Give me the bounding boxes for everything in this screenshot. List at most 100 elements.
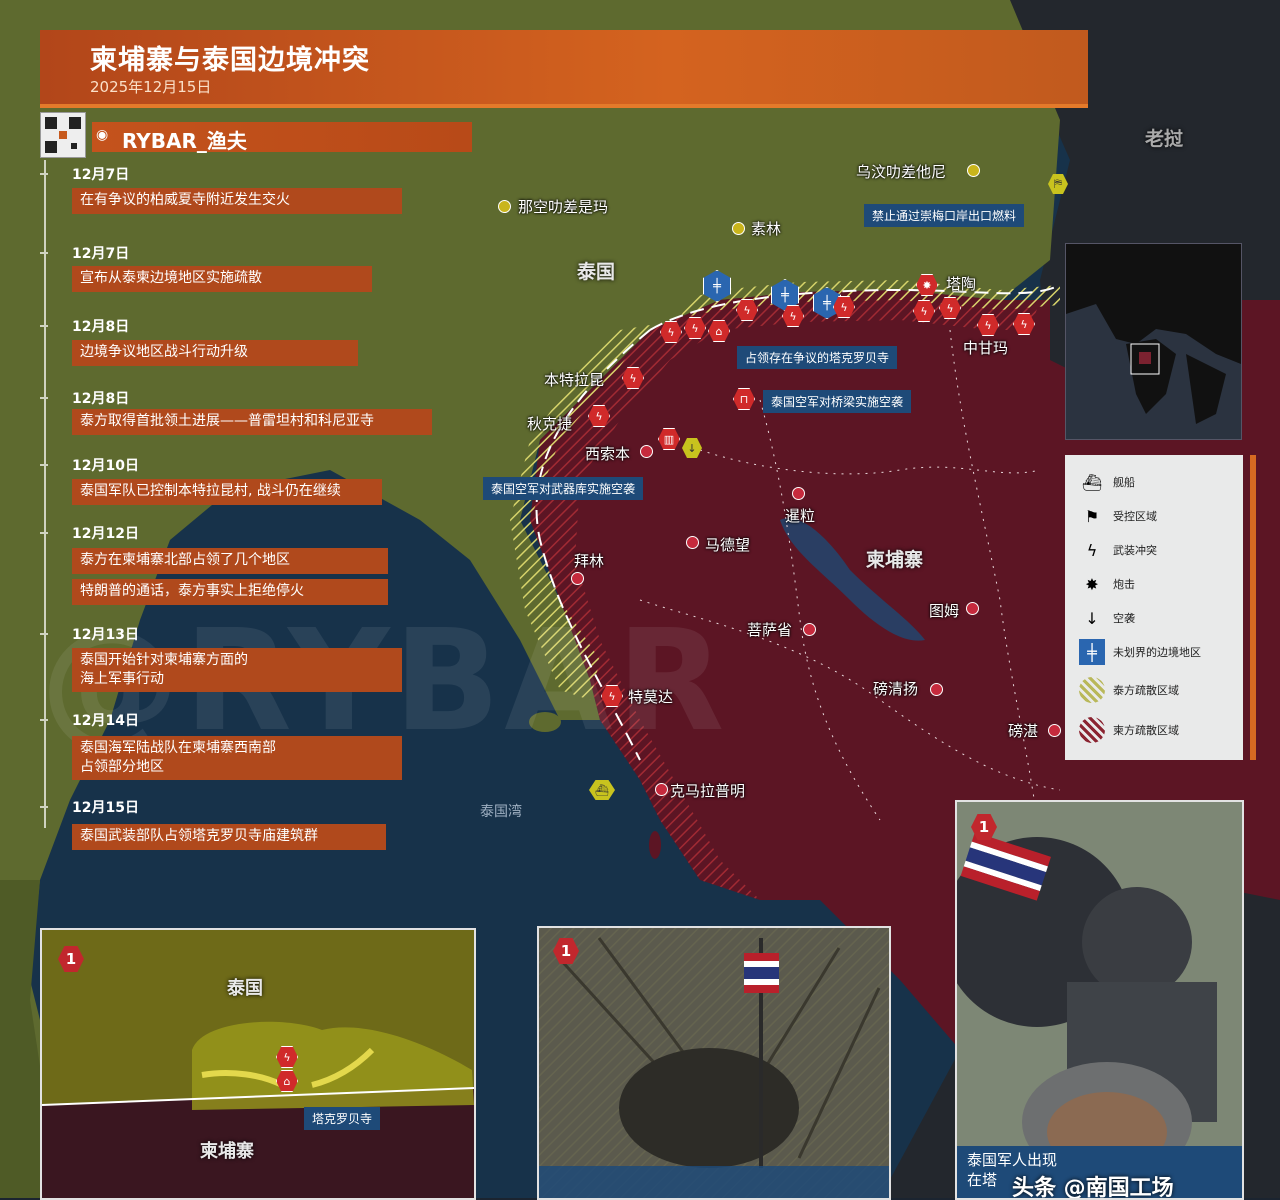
photo-soldiers: 1 泰国军人出现 在塔 头条 @南国工场 — [955, 800, 1244, 1200]
timeline-event-line: 泰国开始针对柬埔寨方面的 — [80, 652, 248, 668]
inset-label-thailand: 泰国 — [227, 978, 263, 999]
undemarcated-border-icon: ╪ — [1079, 639, 1105, 665]
label-cambodia: 柬埔寨 — [866, 549, 924, 571]
timeline-tick — [40, 325, 48, 327]
legend-item: 柬方疏散区域 — [1079, 717, 1179, 743]
label-pailin: 拜林 — [574, 552, 605, 570]
label-oddar: 中甘玛 — [963, 339, 1009, 357]
timeline-date: 12月15日 — [72, 800, 139, 816]
title-banner: 柬埔寨与泰国边境冲突 2025年12月15日 — [40, 30, 1088, 105]
inset-map: 1 泰国 柬埔寨 ϟ ⌂ 塔克罗贝寺 — [40, 928, 476, 1200]
timeline-event: 宣布从泰柬边境地区实施疏散 — [72, 266, 372, 292]
timeline-event-line: 海上军事行动 — [80, 671, 164, 687]
locator-minimap — [1065, 243, 1242, 440]
timeline-line — [44, 160, 46, 828]
timeline-event: 特朗普的通话，泰方事实上拒绝停火 — [72, 579, 388, 605]
timeline-date: 12月14日 — [72, 713, 139, 729]
timeline-date: 12月7日 — [72, 167, 130, 183]
label-battambang: 马德望 — [705, 536, 751, 554]
legend-label: 柬方疏散区域 — [1113, 724, 1179, 737]
inset-label-cambodia: 柬埔寨 — [200, 1141, 254, 1162]
brand-name: RYBAR_渔夫 — [122, 129, 247, 153]
legend-item: ϟ 武装冲突 — [1079, 537, 1157, 563]
timeline-tick — [40, 719, 48, 721]
legend-item: ⚑ 受控区域 — [1079, 503, 1157, 529]
label-tapao: 塔陶 — [946, 275, 977, 293]
brand-banner: RYBAR_渔夫 — [92, 122, 472, 153]
legend-item: ╪ 未划界的边境地区 — [1079, 639, 1201, 665]
legend-label: 武装冲突 — [1113, 544, 1157, 557]
timeline-date: 12月8日 — [72, 319, 130, 335]
city-marker — [930, 683, 943, 696]
label-laos: 老挝 — [1145, 128, 1184, 150]
weibo-icon: ◉ — [96, 127, 109, 143]
timeline-event-line: 泰国海军陆战队在柬埔寨西南部 — [80, 740, 276, 756]
city-marker — [803, 623, 816, 636]
inset-temple-label: 塔克罗贝寺 — [304, 1107, 381, 1130]
legend-accent-bar — [1250, 455, 1256, 760]
label-siemreap: 暹粒 — [785, 507, 816, 525]
page-title: 柬埔寨与泰国边境冲突 — [90, 45, 370, 76]
ship-icon: ⛴ — [1081, 472, 1103, 492]
label-thailand: 泰国 — [577, 261, 616, 283]
city-marker — [655, 783, 668, 796]
armed-clash-icon: ϟ — [1086, 540, 1098, 560]
label-kampong-cham: 磅湛 — [1008, 722, 1039, 740]
qr-code-icon — [40, 112, 86, 158]
note-temple: 占领存在争议的塔克罗贝寺 — [737, 346, 898, 369]
timeline-event-line: 占领部分地区 — [80, 759, 164, 775]
timeline-tick — [40, 633, 48, 635]
thai-evacuation-icon — [1079, 677, 1105, 703]
city-marker — [1048, 724, 1061, 737]
legend-label: 舰船 — [1113, 476, 1135, 489]
city-marker — [966, 602, 979, 615]
legend-item: ✸ 炮击 — [1079, 571, 1135, 597]
timeline-tick — [40, 464, 48, 466]
timeline-date: 12月8日 — [72, 391, 130, 407]
airstrike-icon: ↓ — [1085, 608, 1099, 628]
city-marker — [732, 222, 745, 235]
legend-label: 空袭 — [1113, 612, 1135, 625]
legend-label: 泰方疏散区域 — [1113, 684, 1179, 697]
controlled-area-icon: ⚑ — [1084, 506, 1100, 526]
legend-label: 未划界的边境地区 — [1113, 646, 1201, 659]
timeline-event: 泰国武装部队占领塔克罗贝寺庙建筑群 — [72, 824, 386, 850]
map-legend: ⛴ 舰船 ⚑ 受控区域 ϟ 武装冲突 ✸ 炮击 ↓ 空袭 ╪ 未划界的边境地区 泰方疏散区域… — [1065, 455, 1243, 760]
label-thmorda: 特莫达 — [628, 688, 674, 706]
timeline-event: 泰方取得首批领土进展——普雷坦村和科尼亚寺 — [72, 409, 432, 435]
note-fuel: 禁止通过崇梅口岸出口燃料 — [864, 204, 1025, 227]
label-chikreng: 秋克捷 — [527, 415, 573, 433]
timeline-tick — [40, 173, 48, 175]
city-marker — [571, 572, 584, 585]
city-marker — [498, 200, 511, 213]
timeline-date: 12月12日 — [72, 526, 139, 542]
timeline-tick — [40, 532, 48, 534]
legend-label: 炮击 — [1113, 578, 1135, 591]
legend-item: ⛴ 舰船 — [1079, 469, 1135, 495]
note-arsenal: 泰国空军对武器库实施空袭 — [483, 477, 644, 500]
cambodian-evacuation-icon — [1079, 717, 1105, 743]
timeline-date: 12月13日 — [72, 627, 139, 643]
timeline-event: 泰国开始针对柬埔寨方面的 海上军事行动 — [72, 648, 402, 692]
timeline-tick — [40, 252, 48, 254]
shelling-icon: ✸ — [1085, 574, 1099, 594]
city-marker — [792, 487, 805, 500]
label-ubon: 乌汶叻差他尼 — [856, 163, 947, 181]
page-date: 2025年12月15日 — [90, 78, 212, 96]
city-marker — [967, 164, 980, 177]
timeline-date: 12月10日 — [72, 458, 139, 474]
label-tum: 图姆 — [929, 602, 960, 620]
timeline-event: 边境争议地区战斗行动升级 — [72, 340, 358, 366]
city-marker — [640, 445, 653, 458]
label-banteay: 本特拉昆 — [544, 371, 605, 389]
timeline-event: 泰国海军陆战队在柬埔寨西南部 占领部分地区 — [72, 736, 402, 780]
legend-label: 受控区域 — [1113, 510, 1157, 523]
timeline-date: 12月7日 — [72, 246, 130, 262]
label-surin: 素林 — [751, 220, 782, 238]
source-watermark: 头条 @南国工场 — [1012, 1176, 1174, 1200]
timeline-event: 泰方在柬埔寨北部占领了几个地区 — [72, 548, 388, 574]
timeline-event: 在有争议的柏威夏寺附近发生交火 — [72, 188, 402, 214]
label-koh-kong: 克马拉普明 — [670, 782, 746, 800]
legend-item: 泰方疏散区域 — [1079, 677, 1179, 703]
photo-flag-scene: 1 — [537, 926, 891, 1200]
